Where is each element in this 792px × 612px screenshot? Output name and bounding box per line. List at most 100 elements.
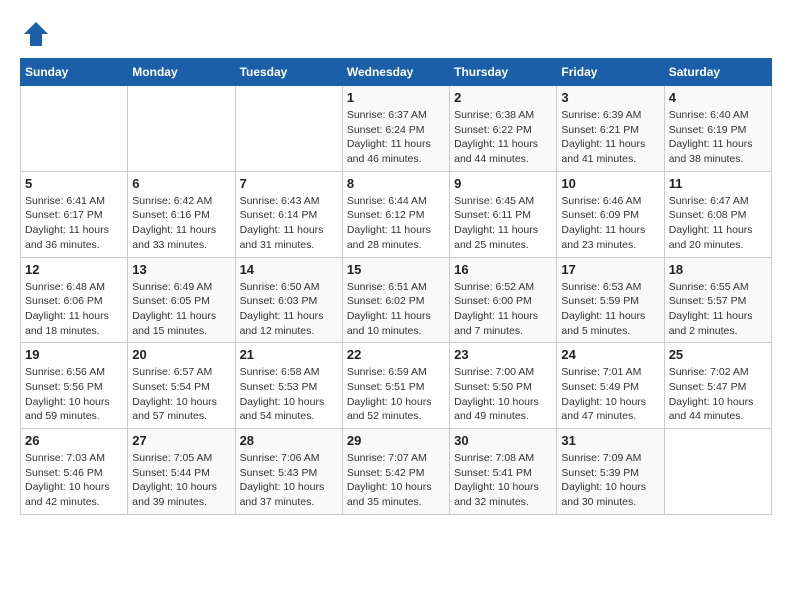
day-info: Sunrise: 6:41 AMSunset: 6:17 PMDaylight:… xyxy=(25,194,123,253)
header-monday: Monday xyxy=(128,59,235,86)
day-info: Sunrise: 6:39 AMSunset: 6:21 PMDaylight:… xyxy=(561,108,659,167)
day-number: 5 xyxy=(25,176,123,191)
day-number: 29 xyxy=(347,433,445,448)
day-number: 12 xyxy=(25,262,123,277)
day-number: 6 xyxy=(132,176,230,191)
day-info: Sunrise: 6:40 AMSunset: 6:19 PMDaylight:… xyxy=(669,108,767,167)
header-saturday: Saturday xyxy=(664,59,771,86)
day-number: 1 xyxy=(347,90,445,105)
calendar-cell: 9 Sunrise: 6:45 AMSunset: 6:11 PMDaylight… xyxy=(450,171,557,257)
day-number: 3 xyxy=(561,90,659,105)
calendar-cell: 18 Sunrise: 6:55 AMSunset: 5:57 PMDayligh… xyxy=(664,257,771,343)
day-number: 21 xyxy=(240,347,338,362)
calendar-table: SundayMondayTuesdayWednesdayThursdayFrid… xyxy=(20,58,772,515)
calendar-cell: 30 Sunrise: 7:08 AMSunset: 5:41 PMDayligh… xyxy=(450,429,557,515)
calendar-week-row: 1Sunrise: 6:37 AMSunset: 6:24 PMDaylight… xyxy=(21,86,772,172)
day-info: Sunrise: 7:02 AMSunset: 5:47 PMDaylight:… xyxy=(669,365,767,424)
calendar-cell: 8Sunrise: 6:44 AMSunset: 6:12 PMDaylight… xyxy=(342,171,449,257)
calendar-cell: 20 Sunrise: 6:57 AMSunset: 5:54 PMDayligh… xyxy=(128,343,235,429)
calendar-cell: 29 Sunrise: 7:07 AMSunset: 5:42 PMDayligh… xyxy=(342,429,449,515)
day-info: Sunrise: 7:05 AMSunset: 5:44 PMDaylight:… xyxy=(132,451,230,510)
calendar-cell: 27 Sunrise: 7:05 AMSunset: 5:44 PMDayligh… xyxy=(128,429,235,515)
day-number: 11 xyxy=(669,176,767,191)
day-info: Sunrise: 6:57 AMSunset: 5:54 PMDaylight:… xyxy=(132,365,230,424)
calendar-cell: 14 Sunrise: 6:50 AMSunset: 6:03 PMDayligh… xyxy=(235,257,342,343)
header-sunday: Sunday xyxy=(21,59,128,86)
day-info: Sunrise: 6:59 AMSunset: 5:51 PMDaylight:… xyxy=(347,365,445,424)
day-number: 4 xyxy=(669,90,767,105)
calendar-cell: 4 Sunrise: 6:40 AMSunset: 6:19 PMDaylight… xyxy=(664,86,771,172)
calendar-cell: 16 Sunrise: 6:52 AMSunset: 6:00 PMDayligh… xyxy=(450,257,557,343)
calendar-week-row: 26Sunrise: 7:03 AMSunset: 5:46 PMDayligh… xyxy=(21,429,772,515)
day-info: Sunrise: 7:01 AMSunset: 5:49 PMDaylight:… xyxy=(561,365,659,424)
day-info: Sunrise: 6:45 AMSunset: 6:11 PMDaylight:… xyxy=(454,194,552,253)
page-header xyxy=(20,20,772,48)
calendar-cell: 26Sunrise: 7:03 AMSunset: 5:46 PMDayligh… xyxy=(21,429,128,515)
day-number: 13 xyxy=(132,262,230,277)
day-info: Sunrise: 6:58 AMSunset: 5:53 PMDaylight:… xyxy=(240,365,338,424)
calendar-cell: 13 Sunrise: 6:49 AMSunset: 6:05 PMDayligh… xyxy=(128,257,235,343)
day-number: 20 xyxy=(132,347,230,362)
day-number: 25 xyxy=(669,347,767,362)
day-info: Sunrise: 6:42 AMSunset: 6:16 PMDaylight:… xyxy=(132,194,230,253)
calendar-week-row: 5 Sunrise: 6:41 AMSunset: 6:17 PMDaylight… xyxy=(21,171,772,257)
day-info: Sunrise: 6:38 AMSunset: 6:22 PMDaylight:… xyxy=(454,108,552,167)
day-number: 8 xyxy=(347,176,445,191)
day-number: 10 xyxy=(561,176,659,191)
calendar-cell xyxy=(128,86,235,172)
calendar-cell: 15Sunrise: 6:51 AMSunset: 6:02 PMDayligh… xyxy=(342,257,449,343)
day-number: 31 xyxy=(561,433,659,448)
calendar-cell: 2 Sunrise: 6:38 AMSunset: 6:22 PMDaylight… xyxy=(450,86,557,172)
day-info: Sunrise: 6:53 AMSunset: 5:59 PMDaylight:… xyxy=(561,280,659,339)
calendar-cell: 23 Sunrise: 7:00 AMSunset: 5:50 PMDayligh… xyxy=(450,343,557,429)
header-thursday: Thursday xyxy=(450,59,557,86)
calendar-cell xyxy=(21,86,128,172)
day-info: Sunrise: 7:00 AMSunset: 5:50 PMDaylight:… xyxy=(454,365,552,424)
calendar-cell xyxy=(664,429,771,515)
calendar-cell: 19Sunrise: 6:56 AMSunset: 5:56 PMDayligh… xyxy=(21,343,128,429)
day-info: Sunrise: 6:47 AMSunset: 6:08 PMDaylight:… xyxy=(669,194,767,253)
calendar-cell xyxy=(235,86,342,172)
calendar-cell: 7 Sunrise: 6:43 AMSunset: 6:14 PMDaylight… xyxy=(235,171,342,257)
day-number: 14 xyxy=(240,262,338,277)
day-info: Sunrise: 6:49 AMSunset: 6:05 PMDaylight:… xyxy=(132,280,230,339)
day-number: 23 xyxy=(454,347,552,362)
logo xyxy=(20,20,50,48)
day-number: 22 xyxy=(347,347,445,362)
day-number: 15 xyxy=(347,262,445,277)
day-number: 28 xyxy=(240,433,338,448)
calendar-cell: 10 Sunrise: 6:46 AMSunset: 6:09 PMDayligh… xyxy=(557,171,664,257)
day-number: 9 xyxy=(454,176,552,191)
calendar-cell: 25 Sunrise: 7:02 AMSunset: 5:47 PMDayligh… xyxy=(664,343,771,429)
day-info: Sunrise: 7:07 AMSunset: 5:42 PMDaylight:… xyxy=(347,451,445,510)
calendar-cell: 3 Sunrise: 6:39 AMSunset: 6:21 PMDaylight… xyxy=(557,86,664,172)
day-info: Sunrise: 6:52 AMSunset: 6:00 PMDaylight:… xyxy=(454,280,552,339)
day-info: Sunrise: 6:46 AMSunset: 6:09 PMDaylight:… xyxy=(561,194,659,253)
day-number: 7 xyxy=(240,176,338,191)
day-info: Sunrise: 7:09 AMSunset: 5:39 PMDaylight:… xyxy=(561,451,659,510)
day-number: 30 xyxy=(454,433,552,448)
calendar-cell: 12 Sunrise: 6:48 AMSunset: 6:06 PMDayligh… xyxy=(21,257,128,343)
calendar-cell: 22 Sunrise: 6:59 AMSunset: 5:51 PMDayligh… xyxy=(342,343,449,429)
calendar-cell: 24 Sunrise: 7:01 AMSunset: 5:49 PMDayligh… xyxy=(557,343,664,429)
day-info: Sunrise: 6:48 AMSunset: 6:06 PMDaylight:… xyxy=(25,280,123,339)
day-info: Sunrise: 7:06 AMSunset: 5:43 PMDaylight:… xyxy=(240,451,338,510)
day-info: Sunrise: 7:08 AMSunset: 5:41 PMDaylight:… xyxy=(454,451,552,510)
day-number: 27 xyxy=(132,433,230,448)
day-info: Sunrise: 6:55 AMSunset: 5:57 PMDaylight:… xyxy=(669,280,767,339)
calendar-week-row: 19Sunrise: 6:56 AMSunset: 5:56 PMDayligh… xyxy=(21,343,772,429)
calendar-week-row: 12 Sunrise: 6:48 AMSunset: 6:06 PMDayligh… xyxy=(21,257,772,343)
day-number: 2 xyxy=(454,90,552,105)
calendar-cell: 17Sunrise: 6:53 AMSunset: 5:59 PMDayligh… xyxy=(557,257,664,343)
day-number: 24 xyxy=(561,347,659,362)
calendar-cell: 5 Sunrise: 6:41 AMSunset: 6:17 PMDaylight… xyxy=(21,171,128,257)
day-number: 18 xyxy=(669,262,767,277)
calendar-cell: 31 Sunrise: 7:09 AMSunset: 5:39 PMDayligh… xyxy=(557,429,664,515)
day-info: Sunrise: 6:43 AMSunset: 6:14 PMDaylight:… xyxy=(240,194,338,253)
day-number: 16 xyxy=(454,262,552,277)
header-tuesday: Tuesday xyxy=(235,59,342,86)
calendar-header-row: SundayMondayTuesdayWednesdayThursdayFrid… xyxy=(21,59,772,86)
day-info: Sunrise: 6:50 AMSunset: 6:03 PMDaylight:… xyxy=(240,280,338,339)
calendar-cell: 1Sunrise: 6:37 AMSunset: 6:24 PMDaylight… xyxy=(342,86,449,172)
header-wednesday: Wednesday xyxy=(342,59,449,86)
